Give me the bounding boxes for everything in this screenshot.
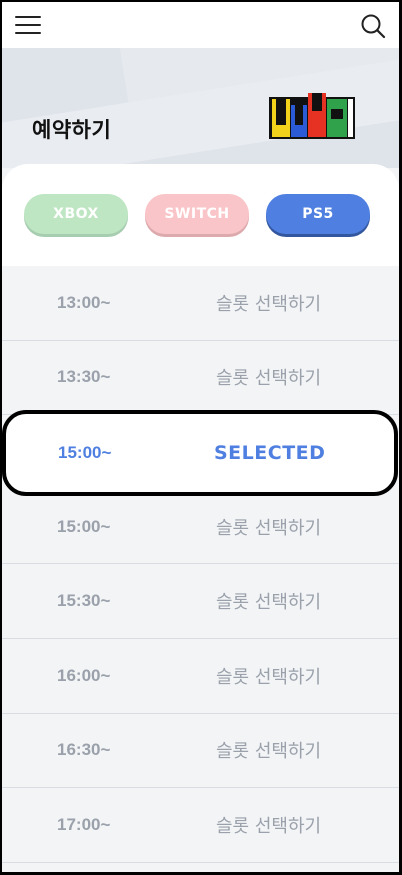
top-bar bbox=[2, 2, 399, 48]
platform-xbox-button[interactable]: XBOX bbox=[24, 194, 128, 234]
slot-time: 13:30~ bbox=[57, 367, 111, 387]
slot-time: 17:00~ bbox=[57, 814, 111, 834]
slot-action: 슬롯 선택하기 bbox=[216, 368, 322, 390]
search-icon[interactable] bbox=[359, 12, 387, 40]
slot-row-selected[interactable]: 15:00~ SELECTED bbox=[2, 410, 398, 496]
slot-row[interactable]: 13:30~ 슬롯 선택하기 bbox=[2, 341, 399, 416]
slot-row[interactable]: 15:30~ 슬롯 선택하기 bbox=[2, 564, 399, 639]
device-frame: 예약하기 XBOX SWITCH PS5 13:00~ 슬롯 선택하기 13:3… bbox=[0, 0, 402, 875]
slot-action: 슬롯 선택하기 bbox=[216, 592, 322, 614]
slot-action: 슬롯 선택하기 bbox=[216, 517, 322, 539]
logo bbox=[269, 93, 355, 139]
slot-selected-label: SELECTED bbox=[214, 442, 326, 464]
slot-time: 15:30~ bbox=[57, 591, 111, 611]
slot-row[interactable]: 13:00~ 슬롯 선택하기 bbox=[2, 266, 399, 341]
slot-row[interactable]: 16:00~ 슬롯 선택하기 bbox=[2, 639, 399, 714]
slot-action: 슬롯 선택하기 bbox=[216, 741, 322, 763]
hero-banner: 예약하기 bbox=[2, 48, 399, 168]
slot-row[interactable]: 15:00~ 슬롯 선택하기 bbox=[2, 490, 399, 565]
slot-row[interactable]: 16:30~ 슬롯 선택하기 bbox=[2, 714, 399, 789]
slot-time: 15:00~ bbox=[57, 516, 111, 536]
slot-time: 16:00~ bbox=[57, 665, 111, 685]
platform-selector: XBOX SWITCH PS5 bbox=[2, 164, 399, 266]
slot-time: 16:30~ bbox=[57, 740, 111, 760]
slot-action: 슬롯 선택하기 bbox=[216, 666, 322, 688]
slot-action: 슬롯 선택하기 bbox=[216, 815, 322, 837]
platform-ps5-button[interactable]: PS5 bbox=[266, 194, 370, 234]
hamburger-menu-icon[interactable] bbox=[14, 14, 42, 36]
platform-switch-button[interactable]: SWITCH bbox=[145, 194, 249, 234]
slot-time: 15:00~ bbox=[58, 443, 112, 462]
app-screen: 예약하기 XBOX SWITCH PS5 13:00~ 슬롯 선택하기 13:3… bbox=[2, 2, 399, 872]
slot-row[interactable]: 17:00~ 슬롯 선택하기 bbox=[2, 788, 399, 863]
slot-time: 13:00~ bbox=[57, 292, 111, 312]
page-title: 예약하기 bbox=[32, 118, 112, 142]
slot-action: 슬롯 선택하기 bbox=[216, 293, 322, 315]
slot-list: 13:00~ 슬롯 선택하기 13:30~ 슬롯 선택하기 15:00~ SEL… bbox=[2, 266, 399, 863]
